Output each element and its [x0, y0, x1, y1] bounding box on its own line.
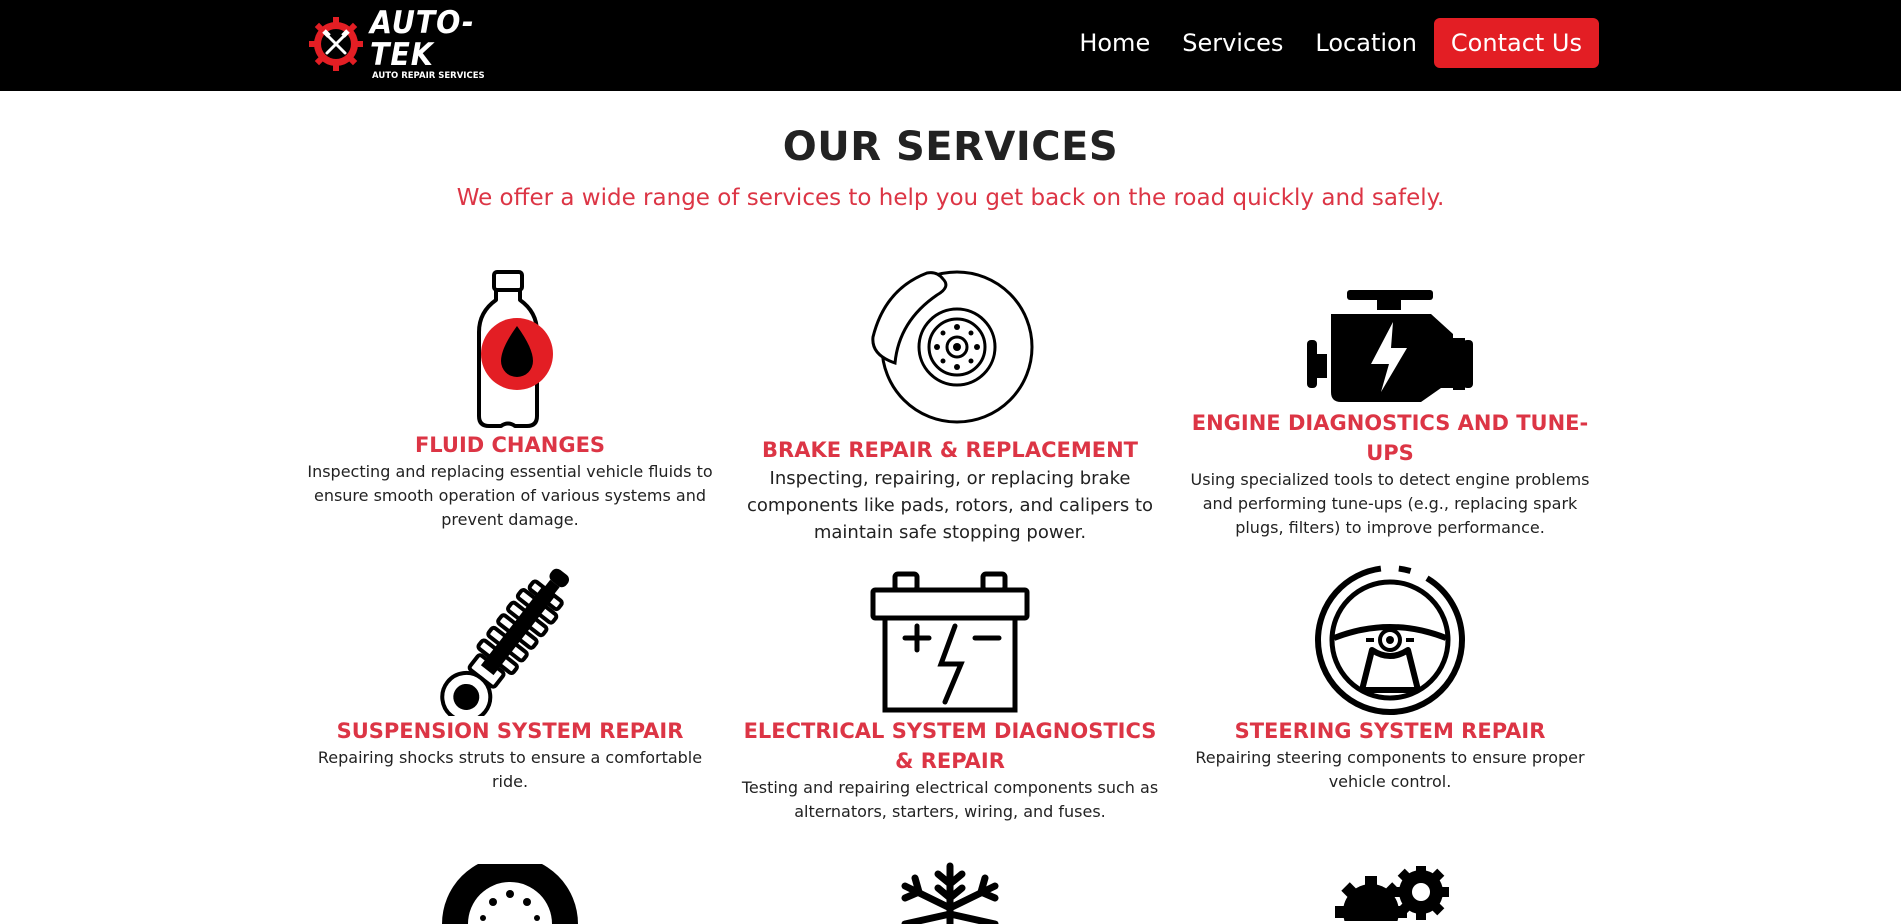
service-description: Using specialized tools to detect engine…: [1190, 470, 1590, 537]
navbar: AUTO-TEK AUTO REPAIR SERVICES Home Servi…: [0, 0, 1901, 91]
service-card-engine: ENGINE DIAGNOSTICS AND TUNE-UPS Using sp…: [1180, 278, 1600, 540]
service-title: ELECTRICAL SYSTEM DIAGNOSTICS & REPAIR: [743, 719, 1157, 773]
gears-icon: [1335, 866, 1449, 921]
service-title: STEERING SYSTEM REPAIR: [1234, 719, 1546, 743]
snowflake-icon: [901, 862, 999, 924]
steering-wheel-icon: [1315, 565, 1465, 715]
tire-icon: [442, 864, 578, 924]
service-card-fluid: FLUID CHANGES Inspecting and replacing e…: [300, 270, 720, 532]
service-card-electrical: ELECTRICAL SYSTEM DIAGNOSTICS & REPAIR T…: [740, 566, 1160, 824]
contact-us-button[interactable]: Contact Us: [1433, 18, 1599, 68]
section-subtitle: We offer a wide range of services to hel…: [456, 185, 1445, 211]
crossed-pistons-gear-icon: [309, 17, 363, 71]
section-title: OUR SERVICES: [782, 124, 1119, 170]
nav-services[interactable]: Services: [1182, 29, 1283, 57]
service-card-brake: BRAKE REPAIR & REPLACEMENT Inspecting, r…: [740, 265, 1160, 546]
shock-absorber-icon: [440, 568, 570, 716]
nav-home[interactable]: Home: [1079, 29, 1150, 57]
service-description: Repairing steering components to ensure …: [1195, 748, 1585, 791]
nav-location[interactable]: Location: [1315, 29, 1417, 57]
brand-logo[interactable]: AUTO-TEK AUTO REPAIR SERVICES: [308, 7, 498, 81]
service-card-transmission: [1180, 866, 1600, 921]
service-description: Inspecting, repairing, or replacing brak…: [746, 468, 1154, 543]
service-title: FLUID CHANGES: [414, 433, 606, 457]
fluid-bottle-icon: [477, 270, 553, 428]
engine-icon: [1307, 290, 1473, 402]
car-battery-icon: [870, 571, 1030, 713]
service-card-ac: [740, 862, 1160, 924]
service-description: Repairing shocks struts to ensure a comf…: [317, 748, 703, 791]
service-title: ENGINE DIAGNOSTICS AND TUNE-UPS: [1191, 411, 1589, 465]
service-card-tires: [300, 864, 720, 924]
brand-name: AUTO-TEK: [370, 5, 475, 73]
service-title: BRAKE REPAIR & REPLACEMENT: [762, 438, 1138, 462]
brake-disc-icon: [871, 270, 1034, 424]
service-card-steering: STEERING SYSTEM REPAIR Repairing steerin…: [1180, 562, 1600, 794]
service-title: SUSPENSION SYSTEM REPAIR: [336, 719, 684, 743]
service-card-suspension: SUSPENSION SYSTEM REPAIR Repairing shock…: [300, 566, 720, 794]
service-description: Testing and repairing electrical compone…: [741, 778, 1159, 821]
nav-menu: Home Services Location Contact Us: [1047, 18, 1599, 68]
service-description: Inspecting and replacing essential vehic…: [307, 462, 713, 529]
